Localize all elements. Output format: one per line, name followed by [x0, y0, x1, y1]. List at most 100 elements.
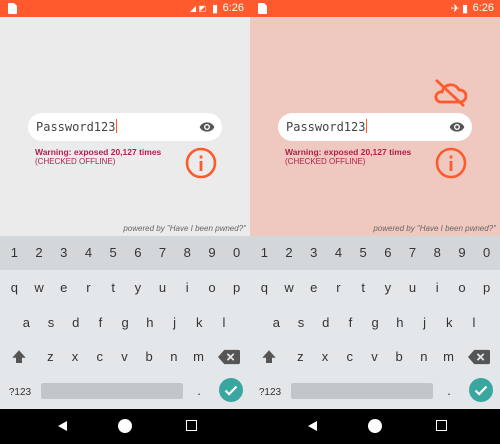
key-x[interactable]: x: [313, 347, 338, 367]
key-p[interactable]: p: [224, 278, 249, 298]
key-h[interactable]: h: [388, 313, 413, 333]
space-bar[interactable]: [41, 383, 183, 399]
key-f[interactable]: f: [88, 313, 113, 333]
key-n[interactable]: n: [162, 347, 187, 367]
key-a[interactable]: a: [264, 313, 289, 333]
recent-apps-icon[interactable]: [436, 420, 447, 431]
key-z[interactable]: z: [288, 347, 313, 367]
key-m[interactable]: m: [436, 347, 461, 367]
key-w[interactable]: w: [277, 278, 302, 298]
key-s[interactable]: s: [289, 313, 314, 333]
eye-icon[interactable]: [199, 119, 215, 135]
key-4[interactable]: 4: [326, 243, 351, 263]
key-n[interactable]: n: [412, 347, 437, 367]
key-5[interactable]: 5: [101, 243, 126, 263]
key-t[interactable]: t: [351, 278, 376, 298]
key-2[interactable]: 2: [277, 243, 302, 263]
period-key[interactable]: .: [190, 381, 208, 401]
backspace-icon[interactable]: [468, 349, 490, 365]
symbols-key[interactable]: ?123: [254, 383, 286, 403]
key-e[interactable]: e: [301, 278, 326, 298]
key-m[interactable]: m: [186, 347, 211, 367]
key-u[interactable]: u: [400, 278, 425, 298]
key-w[interactable]: w: [27, 278, 52, 298]
check-icon[interactable]: [219, 378, 243, 402]
key-y[interactable]: y: [126, 278, 151, 298]
password-input[interactable]: Password123: [278, 113, 472, 141]
backspace-icon[interactable]: [218, 349, 240, 365]
key-b[interactable]: b: [387, 347, 412, 367]
key-d[interactable]: d: [313, 313, 338, 333]
key-k[interactable]: k: [187, 313, 212, 333]
key-d[interactable]: d: [63, 313, 88, 333]
period-key[interactable]: .: [440, 381, 458, 401]
key-s[interactable]: s: [39, 313, 64, 333]
key-2[interactable]: 2: [27, 243, 52, 263]
back-icon[interactable]: [58, 421, 67, 431]
key-3[interactable]: 3: [51, 243, 76, 263]
key-a[interactable]: a: [14, 313, 39, 333]
symbols-key[interactable]: ?123: [4, 383, 36, 403]
key-3[interactable]: 3: [301, 243, 326, 263]
key-o[interactable]: o: [200, 278, 225, 298]
key-k[interactable]: k: [437, 313, 462, 333]
key-1[interactable]: 1: [252, 243, 277, 263]
key-7[interactable]: 7: [400, 243, 425, 263]
key-c[interactable]: c: [337, 347, 362, 367]
key-u[interactable]: u: [150, 278, 175, 298]
key-g[interactable]: g: [113, 313, 138, 333]
key-9[interactable]: 9: [450, 243, 475, 263]
key-y[interactable]: y: [376, 278, 401, 298]
space-bar[interactable]: [291, 383, 433, 399]
key-j[interactable]: j: [162, 313, 187, 333]
key-t[interactable]: t: [101, 278, 126, 298]
key-v[interactable]: v: [362, 347, 387, 367]
recent-apps-icon[interactable]: [186, 420, 197, 431]
key-5[interactable]: 5: [351, 243, 376, 263]
key-r[interactable]: r: [76, 278, 101, 298]
key-9[interactable]: 9: [200, 243, 225, 263]
key-c[interactable]: c: [87, 347, 112, 367]
key-i[interactable]: i: [425, 278, 450, 298]
shift-icon[interactable]: [10, 348, 28, 366]
key-x[interactable]: x: [63, 347, 88, 367]
key-f[interactable]: f: [338, 313, 363, 333]
key-0[interactable]: 0: [224, 243, 249, 263]
eye-icon[interactable]: [449, 119, 465, 135]
info-icon[interactable]: [185, 147, 217, 179]
key-8[interactable]: 8: [425, 243, 450, 263]
key-v[interactable]: v: [112, 347, 137, 367]
left-phone-screen: ◢ ◩ ▮ 6:26 Password123 Warning: exposed 20,12…: [0, 0, 250, 444]
key-z[interactable]: z: [38, 347, 63, 367]
key-q[interactable]: q: [252, 278, 277, 298]
key-l[interactable]: l: [212, 313, 237, 333]
key-b[interactable]: b: [137, 347, 162, 367]
key-l[interactable]: l: [462, 313, 487, 333]
key-8[interactable]: 8: [175, 243, 200, 263]
home-icon[interactable]: [368, 419, 382, 433]
key-o[interactable]: o: [450, 278, 475, 298]
check-icon[interactable]: [469, 378, 493, 402]
key-7[interactable]: 7: [150, 243, 175, 263]
key-6[interactable]: 6: [376, 243, 401, 263]
key-j[interactable]: j: [412, 313, 437, 333]
key-6[interactable]: 6: [126, 243, 151, 263]
key-r[interactable]: r: [326, 278, 351, 298]
key-h[interactable]: h: [138, 313, 163, 333]
key-i[interactable]: i: [175, 278, 200, 298]
text-cursor: [366, 119, 368, 133]
home-icon[interactable]: [118, 419, 132, 433]
shift-icon[interactable]: [260, 348, 278, 366]
key-q[interactable]: q: [2, 278, 27, 298]
key-0[interactable]: 0: [474, 243, 499, 263]
password-input[interactable]: Password123: [28, 113, 222, 141]
info-icon[interactable]: [435, 147, 467, 179]
key-4[interactable]: 4: [76, 243, 101, 263]
key-1[interactable]: 1: [2, 243, 27, 263]
signal-icon: ◢: [189, 4, 196, 13]
no-sim-icon: ◩: [198, 4, 206, 13]
key-p[interactable]: p: [474, 278, 499, 298]
key-e[interactable]: e: [51, 278, 76, 298]
back-icon[interactable]: [308, 421, 317, 431]
key-g[interactable]: g: [363, 313, 388, 333]
